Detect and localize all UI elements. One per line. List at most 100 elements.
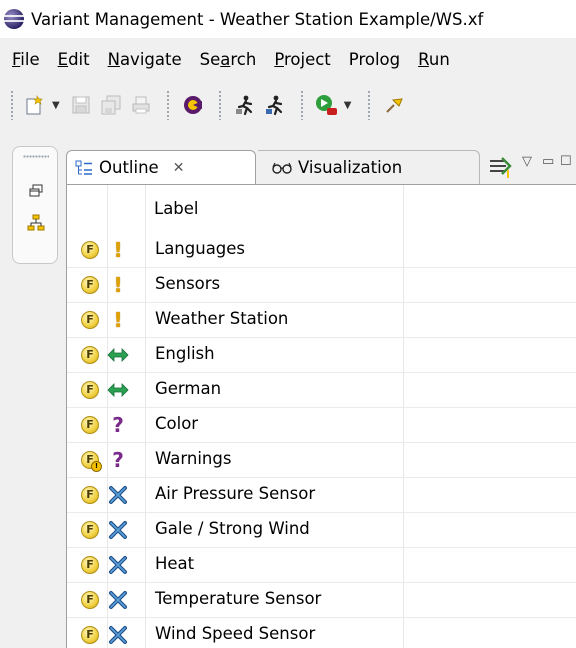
feature-ide-icon[interactable] bbox=[180, 92, 206, 118]
selected-exclamation-icon: ! bbox=[105, 237, 131, 263]
table-row[interactable]: F? Color bbox=[67, 408, 576, 443]
table-row[interactable]: F? Warnings bbox=[67, 443, 576, 478]
row-label: Temperature Sensor bbox=[155, 589, 322, 608]
minimized-view-stack bbox=[12, 146, 58, 264]
row-label: Languages bbox=[155, 239, 246, 258]
feature-icon: F bbox=[81, 346, 99, 364]
table-header[interactable]: Label bbox=[67, 185, 576, 233]
menu-file[interactable]: File bbox=[12, 50, 40, 69]
feature-icon: F bbox=[81, 241, 99, 259]
hierarchy-icon[interactable] bbox=[26, 213, 46, 233]
row-label: Color bbox=[155, 414, 199, 433]
new-icon[interactable] bbox=[22, 92, 48, 118]
feature-icon: F bbox=[81, 591, 99, 609]
eclipse-icon bbox=[4, 9, 24, 29]
view-menu-icon[interactable]: ▽ bbox=[522, 154, 532, 169]
run-icon[interactable] bbox=[314, 92, 340, 118]
deselected-cross-icon bbox=[105, 587, 131, 613]
row-label: Heat bbox=[155, 554, 195, 573]
row-label: Wind Speed Sensor bbox=[155, 624, 316, 643]
feature-icon: F bbox=[81, 521, 99, 539]
table-row[interactable]: F! Languages bbox=[67, 233, 576, 268]
deselected-cross-icon bbox=[105, 622, 131, 648]
feature-icon: F bbox=[81, 311, 99, 329]
table-row[interactable]: F Wind Speed Sensor bbox=[67, 618, 576, 648]
row-label: Weather Station bbox=[155, 309, 289, 328]
tab-visualization-label: Visualization bbox=[298, 158, 403, 177]
menu-search[interactable]: Search bbox=[200, 50, 257, 69]
menu-run[interactable]: Run bbox=[418, 50, 450, 69]
toolbar-separator bbox=[299, 90, 304, 120]
new-dropdown-icon[interactable]: ▼ bbox=[52, 100, 60, 111]
window-title: Variant Management - Weather Station Exa… bbox=[31, 9, 484, 29]
table-row[interactable]: F German bbox=[67, 373, 576, 408]
pin-icon[interactable] bbox=[381, 92, 407, 118]
show-list-icon[interactable] bbox=[488, 156, 514, 178]
row-label: Gale / Strong Wind bbox=[155, 519, 310, 538]
table-row[interactable]: F Air Pressure Sensor bbox=[67, 478, 576, 513]
toolbar-separator bbox=[367, 90, 372, 120]
feature-icon: F bbox=[81, 416, 99, 434]
table-row[interactable]: F Gale / Strong Wind bbox=[67, 513, 576, 548]
selected-exclamation-icon: ! bbox=[105, 307, 131, 333]
outline-view: Outline ✕ Visualization ▽ ▭ ☐ Label F! La… bbox=[62, 146, 576, 648]
state-glyph: ? bbox=[112, 413, 124, 437]
print-icon bbox=[128, 92, 154, 118]
feature-icon: F bbox=[81, 626, 99, 644]
outline-icon bbox=[75, 159, 93, 177]
maximize-icon[interactable]: ☐ bbox=[560, 154, 572, 169]
menu-navigate[interactable]: Navigate bbox=[108, 50, 182, 69]
undecided-question-icon: ? bbox=[105, 447, 131, 473]
deselected-cross-icon bbox=[105, 552, 131, 578]
feature-icon: F bbox=[81, 486, 99, 504]
save-icon bbox=[68, 92, 94, 118]
trim-grip[interactable] bbox=[23, 155, 49, 158]
table-row[interactable]: F! Sensors bbox=[67, 268, 576, 303]
view-tab-strip: Outline ✕ Visualization ▽ ▭ ☐ bbox=[62, 146, 576, 184]
title-bar: Variant Management - Weather Station Exa… bbox=[0, 0, 576, 38]
deselected-cross-icon bbox=[105, 482, 131, 508]
table-row[interactable]: F! Weather Station bbox=[67, 303, 576, 338]
menu-edit[interactable]: Edit bbox=[58, 50, 90, 69]
runner-icon[interactable] bbox=[232, 92, 258, 118]
table-row[interactable]: F English bbox=[67, 338, 576, 373]
feature-table: Label F! Languages F! Sensors F! Weather Stat… bbox=[66, 184, 576, 648]
toolbar-grip[interactable] bbox=[10, 90, 14, 120]
main-toolbar: ▼ ▼ bbox=[0, 80, 576, 130]
state-glyph: ! bbox=[113, 273, 123, 297]
table-row[interactable]: F Temperature Sensor bbox=[67, 583, 576, 618]
feature-icon: F bbox=[81, 276, 99, 294]
menu-prolog[interactable]: Prolog bbox=[349, 50, 400, 69]
menu-project[interactable]: Project bbox=[274, 50, 330, 69]
state-glyph: ! bbox=[113, 238, 123, 262]
feature-icon: F bbox=[81, 556, 99, 574]
runner-alt-icon[interactable] bbox=[262, 92, 288, 118]
deselected-cross-icon bbox=[105, 517, 131, 543]
table-row[interactable]: F Heat bbox=[67, 548, 576, 583]
row-label: Warnings bbox=[155, 449, 232, 468]
alternative-arrows-icon bbox=[105, 377, 131, 403]
tab-outline[interactable]: Outline ✕ bbox=[66, 150, 256, 184]
row-label: Air Pressure Sensor bbox=[155, 484, 316, 503]
close-icon[interactable]: ✕ bbox=[173, 160, 185, 176]
restore-icon[interactable] bbox=[26, 181, 46, 201]
minimize-icon[interactable]: ▭ bbox=[542, 154, 554, 169]
undecided-question-icon: ? bbox=[105, 412, 131, 438]
tab-outline-label: Outline bbox=[99, 158, 159, 177]
state-glyph: ? bbox=[112, 448, 124, 472]
row-label: English bbox=[155, 344, 215, 363]
run-dropdown-icon[interactable]: ▼ bbox=[344, 100, 352, 111]
toolbar-separator bbox=[165, 90, 170, 120]
glasses-icon bbox=[272, 161, 292, 175]
row-label: Sensors bbox=[155, 274, 221, 293]
selected-exclamation-icon: ! bbox=[105, 272, 131, 298]
column-header-label: Label bbox=[154, 199, 199, 218]
feature-warning-icon: F bbox=[81, 451, 102, 472]
tab-visualization[interactable]: Visualization bbox=[258, 150, 480, 184]
toolbar-separator bbox=[217, 90, 222, 120]
alternative-arrows-icon bbox=[105, 342, 131, 368]
menu-bar: File Edit Navigate Search Project Prolog… bbox=[0, 44, 576, 74]
feature-icon: F bbox=[81, 381, 99, 399]
save-all-icon bbox=[98, 92, 124, 118]
state-glyph: ! bbox=[113, 308, 123, 332]
